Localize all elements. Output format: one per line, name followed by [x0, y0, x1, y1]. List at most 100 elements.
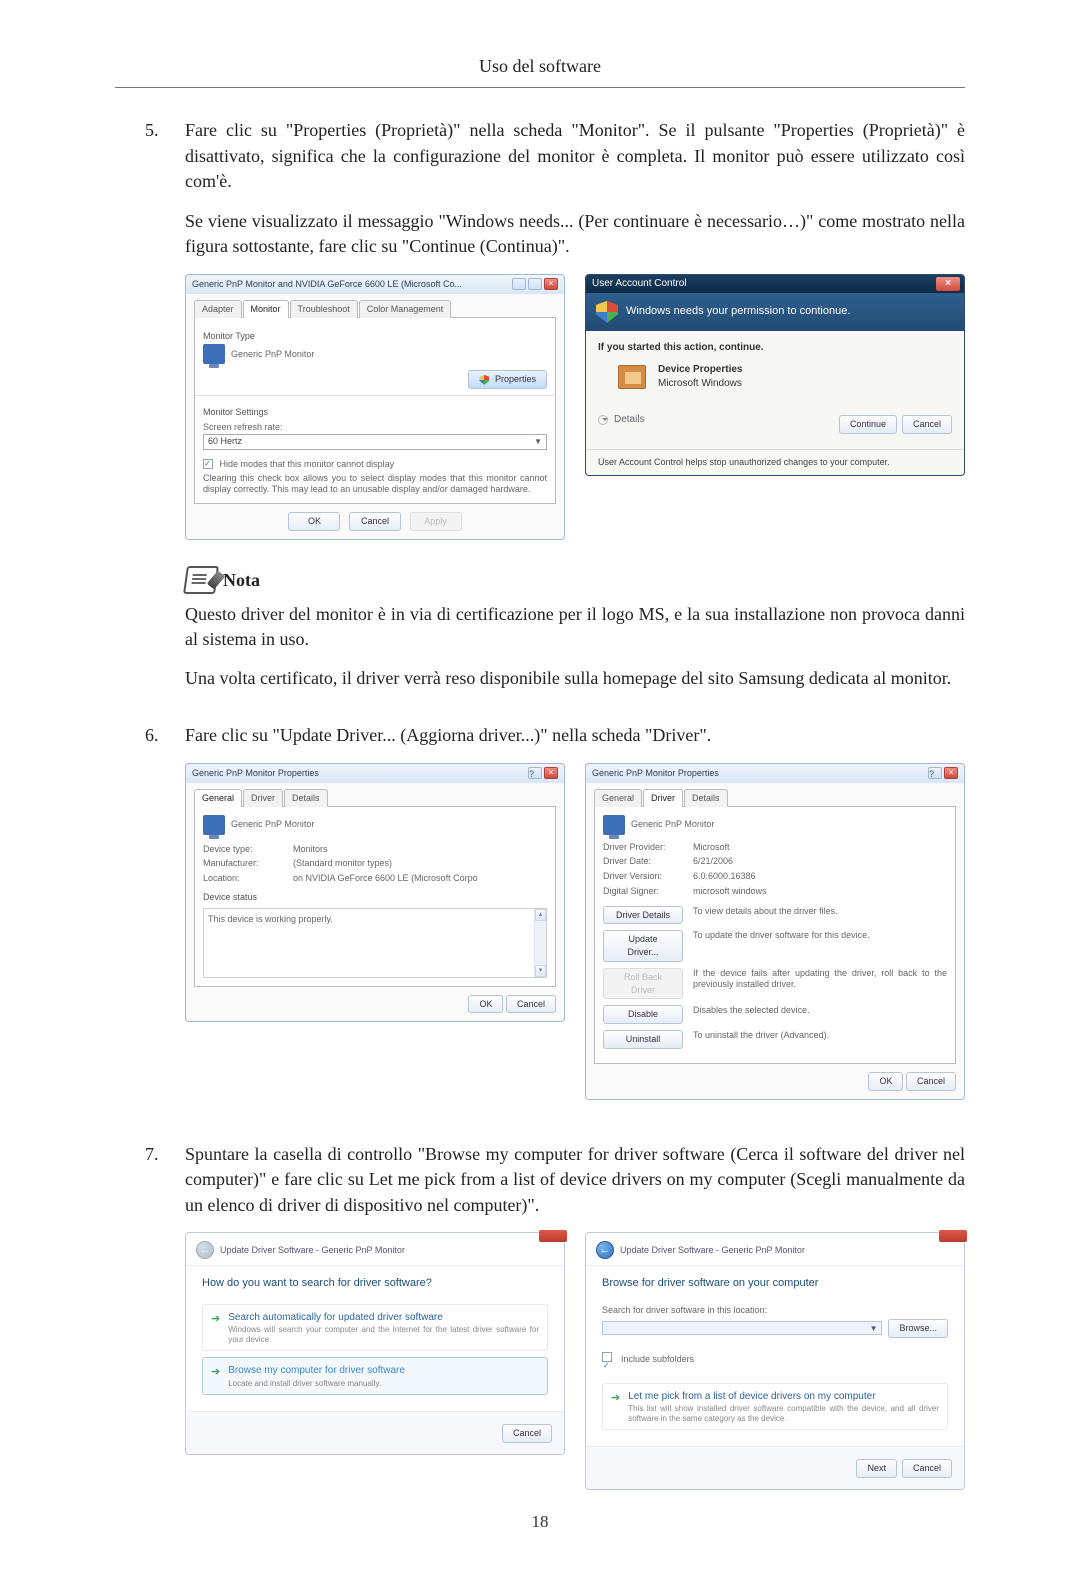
- path-combobox[interactable]: ▼: [602, 1321, 882, 1335]
- close-icon[interactable]: [939, 1230, 967, 1242]
- tab-monitor[interactable]: Monitor: [243, 300, 289, 318]
- tab-troubleshoot[interactable]: Troubleshoot: [290, 300, 358, 318]
- disable-button[interactable]: Disable: [603, 1005, 683, 1024]
- option-let-me-pick[interactable]: ➔ Let me pick from a list of device driv…: [602, 1383, 948, 1430]
- monitor-settings-label: Monitor Settings: [203, 406, 547, 419]
- uninstall-button[interactable]: Uninstall: [603, 1030, 683, 1049]
- kv-value: Microsoft: [693, 841, 730, 854]
- option-search-auto[interactable]: ➔ Search automatically for updated drive…: [202, 1304, 548, 1351]
- close-icon[interactable]: ×: [936, 277, 960, 291]
- uac-titlebar: User Account Control ×: [586, 275, 964, 293]
- device-status-box: This device is working properly. ▴ ▾: [203, 908, 547, 978]
- option-title: Let me pick from a list of device driver…: [628, 1390, 939, 1404]
- cancel-button[interactable]: Cancel: [902, 415, 952, 434]
- kv-key: Driver Provider:: [603, 841, 685, 854]
- device-status-label: Device status: [203, 891, 547, 904]
- hide-modes-checkbox[interactable]: [203, 459, 213, 469]
- wizard-question: How do you want to search for driver sof…: [202, 1276, 548, 1292]
- monitor-icon: [603, 815, 625, 835]
- monitor-icon: [203, 344, 225, 364]
- tab-general[interactable]: General: [194, 789, 242, 807]
- ok-button[interactable]: OK: [468, 995, 503, 1014]
- dialog-title: Generic PnP Monitor and NVIDIA GeForce 6…: [192, 278, 462, 291]
- minimize-icon[interactable]: [512, 278, 526, 290]
- driver-details-button[interactable]: Driver Details: [603, 906, 683, 925]
- uac-instruction: If you started this action, continue.: [598, 341, 952, 355]
- tab-general[interactable]: General: [594, 789, 642, 807]
- apply-button: Apply: [410, 512, 462, 531]
- maximize-icon[interactable]: [528, 278, 542, 290]
- close-icon[interactable]: ×: [944, 767, 958, 779]
- step-5-para-1: Fare clic su "Properties (Proprietà)" ne…: [185, 118, 965, 195]
- tab-details[interactable]: Details: [284, 789, 328, 807]
- driver-details-desc: To view details about the driver files.: [693, 906, 947, 917]
- close-icon[interactable]: [539, 1230, 567, 1242]
- browse-button[interactable]: Browse...: [888, 1319, 948, 1338]
- scrollbar[interactable]: ▴ ▾: [534, 909, 546, 977]
- wizard-breadcrumb: Update Driver Software - Generic PnP Mon…: [220, 1244, 405, 1257]
- kv-key: Location:: [203, 872, 285, 885]
- update-driver-wizard-browse: ← Update Driver Software - Generic PnP M…: [585, 1232, 965, 1490]
- note-block: Nota Questo driver del monitor è in via …: [185, 566, 965, 692]
- close-icon[interactable]: ×: [544, 767, 558, 779]
- cancel-button[interactable]: Cancel: [502, 1424, 552, 1443]
- update-driver-button[interactable]: Update Driver...: [603, 930, 683, 962]
- tab-driver[interactable]: Driver: [243, 789, 283, 807]
- search-location-label: Search for driver software in this locat…: [602, 1304, 948, 1317]
- next-button[interactable]: Next: [856, 1459, 897, 1478]
- continue-button[interactable]: Continue: [839, 415, 897, 434]
- page-header: Uso del software: [115, 56, 965, 77]
- step-5-para-2: Se viene visualizzato il messaggio "Wind…: [185, 209, 965, 260]
- roll-back-driver-desc: If the device fails after updating the d…: [693, 968, 947, 990]
- tab-adapter[interactable]: Adapter: [194, 300, 242, 318]
- note-icon: [183, 566, 219, 594]
- tab-strip: Adapter Monitor Troubleshoot Color Manag…: [194, 300, 556, 318]
- dialog-title: Generic PnP Monitor Properties: [592, 767, 719, 780]
- help-icon[interactable]: ?: [528, 767, 542, 779]
- monitor-properties-dialog: Generic PnP Monitor and NVIDIA GeForce 6…: [185, 274, 565, 540]
- refresh-rate-dropdown[interactable]: 60 Hertz ▼: [203, 434, 547, 450]
- option-subtitle: Windows will search your computer and th…: [228, 1325, 539, 1344]
- cancel-button[interactable]: Cancel: [349, 512, 401, 531]
- ok-button[interactable]: OK: [868, 1072, 903, 1091]
- scroll-down-icon[interactable]: ▾: [535, 965, 546, 977]
- shield-icon: [596, 301, 618, 323]
- properties-button[interactable]: Properties: [468, 370, 547, 389]
- uac-banner-text: Windows needs your permission to contion…: [626, 304, 850, 320]
- header-rule: [115, 87, 965, 88]
- cancel-button[interactable]: Cancel: [902, 1459, 952, 1478]
- tab-details[interactable]: Details: [684, 789, 728, 807]
- device-name: Generic PnP Monitor: [631, 818, 714, 831]
- page-number: 18: [0, 1512, 1080, 1532]
- refresh-rate-label: Screen refresh rate:: [203, 421, 547, 434]
- uac-program-publisher: Microsoft Windows: [658, 377, 743, 391]
- option-browse-computer[interactable]: ➔ Browse my computer for driver software…: [202, 1357, 548, 1395]
- cancel-button[interactable]: Cancel: [906, 1072, 956, 1091]
- wizard-heading: Browse for driver software on your compu…: [602, 1276, 948, 1292]
- uac-program-title: Device Properties: [658, 363, 743, 377]
- update-driver-desc: To update the driver software for this d…: [693, 930, 947, 941]
- arrow-right-icon: ➔: [211, 1365, 220, 1381]
- include-subfolders-checkbox[interactable]: [602, 1352, 612, 1362]
- close-icon[interactable]: ×: [544, 278, 558, 290]
- tab-color-management[interactable]: Color Management: [359, 300, 452, 318]
- ok-button[interactable]: OK: [288, 512, 340, 531]
- arrow-right-icon: ➔: [211, 1312, 220, 1328]
- tab-driver[interactable]: Driver: [643, 789, 683, 807]
- kv-key: Driver Version:: [603, 870, 685, 883]
- monitor-name: Generic PnP Monitor: [231, 348, 314, 361]
- step-6-figure-row: Generic PnP Monitor Properties ? × Gener…: [185, 763, 965, 1100]
- include-subfolders-label: Include subfolders: [621, 1354, 694, 1364]
- uac-details-toggle[interactable]: Details: [598, 413, 645, 427]
- back-button[interactable]: ←: [596, 1241, 614, 1259]
- kv-value: (Standard monitor types): [293, 857, 392, 870]
- cancel-button[interactable]: Cancel: [506, 995, 556, 1014]
- roll-back-driver-button: Roll Back Driver: [603, 968, 683, 1000]
- kv-key: Device type:: [203, 843, 285, 856]
- uac-title: User Account Control: [592, 277, 687, 291]
- option-title: Search automatically for updated driver …: [228, 1311, 539, 1325]
- scroll-up-icon[interactable]: ▴: [535, 909, 546, 921]
- help-icon[interactable]: ?: [928, 767, 942, 779]
- driver-props-general-dialog: Generic PnP Monitor Properties ? × Gener…: [185, 763, 565, 1100]
- wizard-breadcrumb: Update Driver Software - Generic PnP Mon…: [620, 1244, 805, 1257]
